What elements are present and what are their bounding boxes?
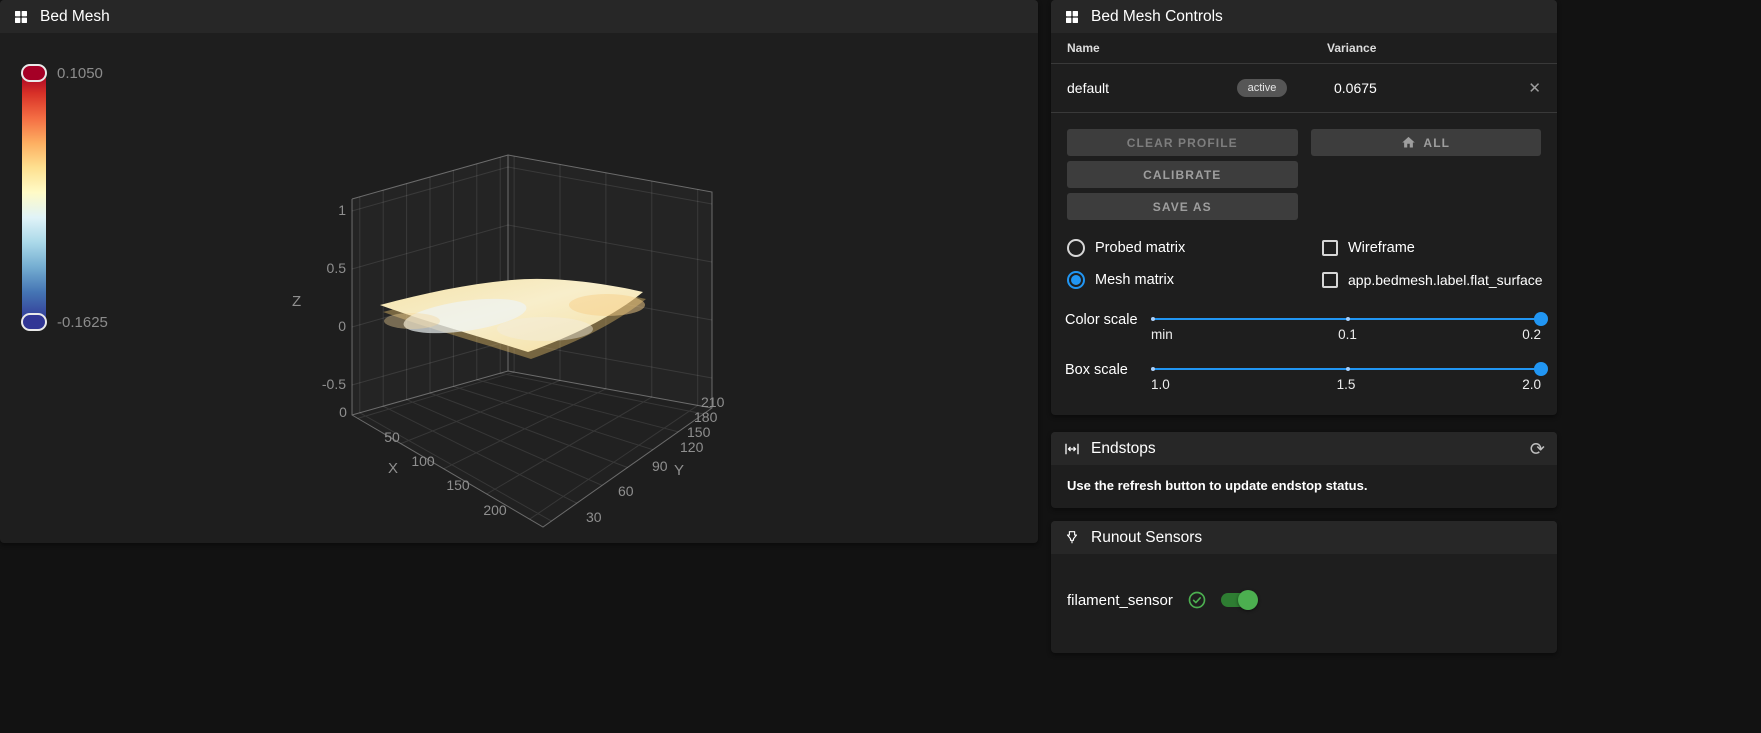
clear-profile-button[interactable]: CLEAR PROFILE xyxy=(1067,129,1298,156)
bed-mesh-title: Bed Mesh xyxy=(40,7,110,25)
calibrate-button[interactable]: CALIBRATE xyxy=(1067,161,1298,188)
profile-name: default xyxy=(1067,80,1110,96)
variance-column-header: Variance xyxy=(1327,41,1377,55)
bed-mesh-controls-title: Bed Mesh Controls xyxy=(1091,7,1223,25)
z-tick: 0 xyxy=(338,318,346,334)
profile-actions: CLEAR PROFILE ALL CALIBRATE SAVE AS xyxy=(1067,129,1541,220)
view-grid-icon xyxy=(12,8,30,26)
endstops-card: Endstops ⟳ Use the refresh button to upd… xyxy=(1051,432,1557,508)
toggle-knob[interactable] xyxy=(1237,590,1258,610)
refresh-icon[interactable]: ⟳ xyxy=(1530,440,1545,458)
bed-mesh-card: Bed Mesh 0.1050 -0.1625 1 0.5 0 -0.5 Z 0… xyxy=(0,0,1038,543)
check-circle-icon xyxy=(1187,590,1207,610)
slider-thumb[interactable] xyxy=(1534,312,1548,326)
z-tick: 0.5 xyxy=(327,260,347,276)
home-all-button[interactable]: ALL xyxy=(1310,129,1541,156)
y-tick: 30 xyxy=(586,509,602,525)
colorbar: 0.1050 -0.1625 xyxy=(21,64,108,331)
checkbox-wireframe[interactable]: Wireframe xyxy=(1322,236,1543,260)
box-scale-row: Box scale 1.0 1.5 2.0 xyxy=(1065,356,1548,392)
profile-variance: 0.0675 xyxy=(1334,80,1377,96)
bed-mesh-controls-card: Bed Mesh Controls Name Variance default … xyxy=(1051,0,1557,415)
y-tick: 150 xyxy=(687,424,711,440)
slider-thumb[interactable] xyxy=(1534,362,1548,376)
slider-tick-dot xyxy=(1151,367,1155,371)
sensor-name: filament_sensor xyxy=(1067,591,1173,609)
profile-row[interactable]: default active 0.0675 ✕ xyxy=(1051,64,1557,113)
endstops-header: Endstops ⟳ xyxy=(1051,432,1557,465)
x-axis-label: X xyxy=(388,460,398,477)
colorbar-top-cap xyxy=(21,64,47,82)
y-tick: 90 xyxy=(652,458,668,474)
x-tick: 100 xyxy=(411,453,435,469)
bed-mesh-controls-header: Bed Mesh Controls xyxy=(1051,0,1557,33)
endstops-title: Endstops xyxy=(1091,439,1156,457)
radio-mesh-matrix[interactable]: Mesh matrix xyxy=(1067,268,1322,292)
radio-probed-matrix[interactable]: Probed matrix xyxy=(1067,236,1322,260)
sensor-toggle[interactable] xyxy=(1220,590,1258,610)
box-scale-tick-labels: 1.0 1.5 2.0 xyxy=(1151,377,1541,392)
colorbar-min-label: -0.1625 xyxy=(57,314,108,331)
name-column-header: Name xyxy=(1067,41,1100,55)
slider-track[interactable] xyxy=(1151,312,1548,326)
endstops-message: Use the refresh button to update endstop… xyxy=(1067,478,1368,493)
y-axis-label: Y xyxy=(674,462,684,479)
colorbar-bottom-cap xyxy=(21,313,47,331)
save-as-button[interactable]: SAVE AS xyxy=(1067,193,1298,220)
z-axis-label: Z xyxy=(292,293,301,310)
bed-mesh-header: Bed Mesh xyxy=(0,0,1038,33)
sensor-row: filament_sensor xyxy=(1051,554,1557,610)
checkbox-flat-surface[interactable]: app.bedmesh.label.flat_surface xyxy=(1322,268,1543,292)
x-tick: 200 xyxy=(483,502,507,518)
runout-sensors-title: Runout Sensors xyxy=(1091,528,1203,546)
checkbox-blank-icon xyxy=(1322,240,1338,256)
runout-sensors-card: Runout Sensors filament_sensor xyxy=(1051,521,1557,653)
y-tick: 60 xyxy=(618,483,634,499)
display-options: Probed matrix Wireframe Mesh matrix app.… xyxy=(1067,236,1543,292)
y-tick: 180 xyxy=(694,409,718,425)
home-icon xyxy=(1401,135,1416,150)
x-tick: 0 xyxy=(339,404,347,420)
z-tick: -0.5 xyxy=(322,376,346,392)
view-grid-icon xyxy=(1063,8,1081,26)
box-scale-label: Box scale xyxy=(1065,362,1128,378)
color-scale-slider[interactable]: min 0.1 0.2 xyxy=(1151,306,1548,342)
profile-table-header: Name Variance xyxy=(1051,33,1557,64)
radio-on-icon xyxy=(1067,271,1085,289)
colorbar-max-label: 0.1050 xyxy=(57,65,103,82)
color-scale-label: Color scale xyxy=(1065,312,1138,328)
slider-tick-dot xyxy=(1346,317,1350,321)
radio-off-icon xyxy=(1067,239,1085,257)
checkbox-blank-icon xyxy=(1322,272,1338,288)
box-scale-slider[interactable]: 1.0 1.5 2.0 xyxy=(1151,356,1548,392)
runout-sensors-header: Runout Sensors xyxy=(1051,521,1557,554)
slider-track[interactable] xyxy=(1151,362,1548,376)
slider-tick-dot xyxy=(1346,367,1350,371)
delete-profile-icon[interactable]: ✕ xyxy=(1528,79,1541,97)
y-tick: 210 xyxy=(701,394,725,410)
active-badge: active xyxy=(1236,79,1288,97)
slider-tick-dot xyxy=(1151,317,1155,321)
x-tick: 50 xyxy=(384,429,400,445)
y-tick: 120 xyxy=(680,439,704,455)
color-scale-row: Color scale min 0.1 0.2 xyxy=(1065,306,1548,342)
nozzle-sensor-icon xyxy=(1063,529,1081,547)
bed-mesh-3d-plot[interactable]: 0.1050 -0.1625 1 0.5 0 -0.5 Z 0 50 100 1… xyxy=(0,33,1038,543)
endstops-icon xyxy=(1063,440,1081,458)
z-tick: 1 xyxy=(338,202,346,218)
color-scale-tick-labels: min 0.1 0.2 xyxy=(1151,327,1541,342)
x-tick: 150 xyxy=(446,477,470,493)
